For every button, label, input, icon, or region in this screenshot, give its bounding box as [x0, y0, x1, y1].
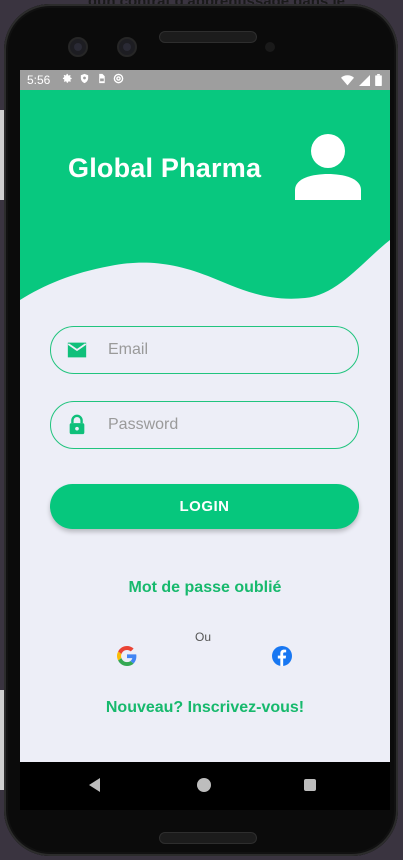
- status-time: 5:56: [27, 73, 51, 87]
- sim-icon: [99, 73, 105, 84]
- email-icon: [66, 339, 88, 361]
- front-camera: [68, 37, 88, 57]
- settings-icon: [62, 73, 72, 83]
- email-field[interactable]: [50, 326, 359, 374]
- proximity-sensor: [265, 42, 275, 52]
- user-icon[interactable]: [295, 134, 361, 200]
- status-bar: 5:56: [20, 70, 390, 90]
- home-icon[interactable]: [197, 778, 211, 792]
- back-icon[interactable]: [88, 778, 102, 792]
- battery-icon: [375, 74, 382, 86]
- facebook-icon[interactable]: [272, 646, 292, 666]
- email-input[interactable]: [106, 340, 310, 360]
- navigation-bar: [20, 762, 390, 810]
- at-icon: [113, 73, 124, 84]
- forgot-password-link[interactable]: Mot de passe oublié: [20, 579, 390, 597]
- lock-icon: [66, 414, 88, 436]
- google-icon[interactable]: [117, 646, 137, 666]
- wifi-icon: [341, 74, 354, 85]
- signal-icon: [359, 74, 370, 86]
- or-separator: Ou: [195, 630, 212, 644]
- password-field[interactable]: [50, 401, 359, 449]
- earpiece: [159, 31, 257, 43]
- register-link[interactable]: Nouveau? Inscrivez-vous!: [20, 699, 390, 717]
- bottom-speaker: [159, 832, 257, 844]
- login-button[interactable]: LOGIN: [50, 484, 359, 529]
- app-title: Global Pharma: [68, 153, 262, 183]
- password-input[interactable]: [106, 415, 310, 435]
- front-camera-2: [117, 37, 137, 57]
- recents-icon[interactable]: [304, 779, 316, 791]
- shield-icon: [80, 73, 89, 84]
- header-wave: [20, 90, 390, 300]
- app-screen: 5:56 Global Pharma LOGIN Mot de p: [20, 70, 390, 810]
